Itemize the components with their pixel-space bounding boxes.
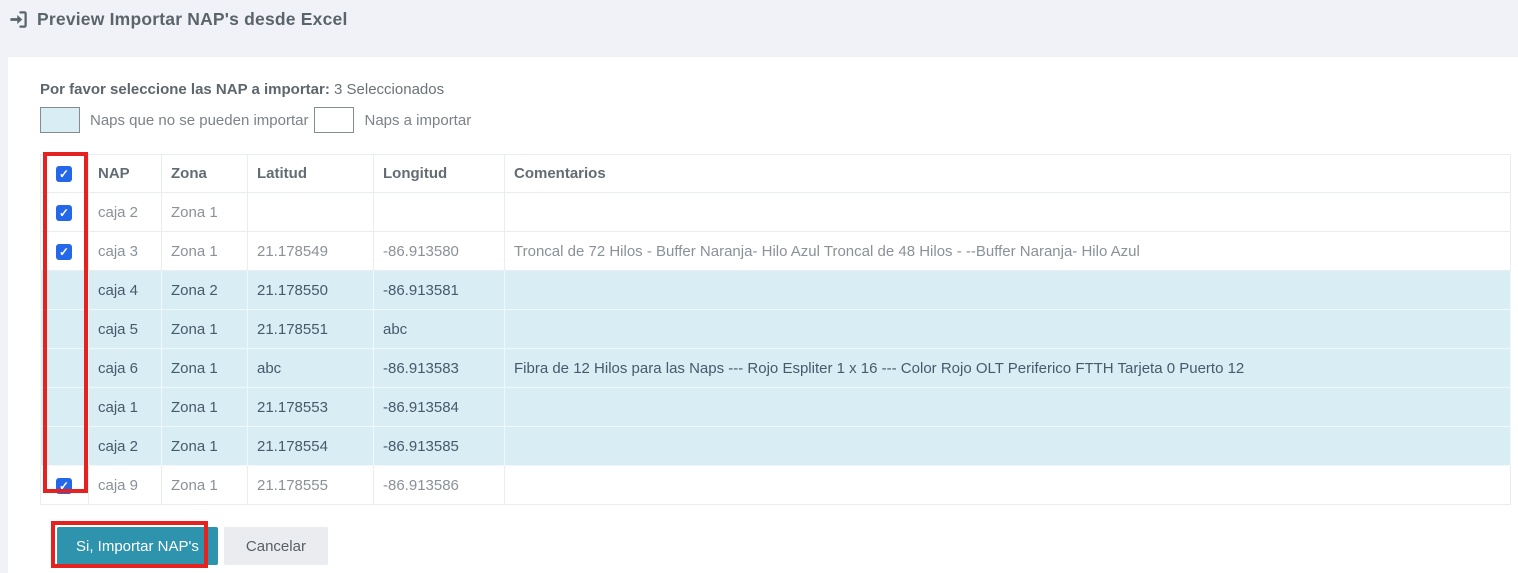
legend-swatch-importable xyxy=(314,107,354,133)
cell-nap: caja 5 xyxy=(89,310,162,349)
cell-comentarios: Fibra de 12 Hilos para las Naps --- Rojo… xyxy=(505,349,1511,388)
cell-latitud: 21.178549 xyxy=(248,232,374,271)
cell-nap: caja 1 xyxy=(89,388,162,427)
instruction-text: Por favor seleccione las NAP a importar:… xyxy=(40,81,444,98)
cell-zona: Zona 1 xyxy=(162,466,248,505)
legend-label-importable: Naps a importar xyxy=(364,112,471,129)
nap-preview-table: NAP Zona Latitud Longitud Comentarios ca… xyxy=(40,154,1511,505)
cell-comentarios xyxy=(505,271,1511,310)
sign-in-icon xyxy=(9,10,28,29)
cell-nap: caja 2 xyxy=(89,427,162,466)
column-header-latitud: Latitud xyxy=(248,155,374,193)
selected-count: 3 Seleccionados xyxy=(334,81,444,98)
cell-nap: caja 9 xyxy=(89,466,162,505)
instruction-label: Por favor seleccione las NAP a importar: xyxy=(40,81,330,98)
cell-nap: caja 6 xyxy=(89,349,162,388)
content-panel: Por favor seleccione las NAP a importar:… xyxy=(8,57,1518,573)
cell-comentarios xyxy=(505,466,1511,505)
cancel-button[interactable]: Cancelar xyxy=(224,527,328,565)
select-all-checkbox[interactable] xyxy=(56,166,72,182)
table-row: caja 2 Zona 1 21.178554 -86.913585 xyxy=(41,427,1511,466)
table-row: caja 3 Zona 1 21.178549 -86.913580 Tronc… xyxy=(41,232,1511,271)
cell-zona: Zona 1 xyxy=(162,388,248,427)
row-checkbox[interactable] xyxy=(56,205,72,221)
cell-longitud xyxy=(374,193,505,232)
cell-zona: Zona 1 xyxy=(162,193,248,232)
cell-nap: caja 4 xyxy=(89,271,162,310)
table-row: caja 2 Zona 1 xyxy=(41,193,1511,232)
cell-longitud: abc xyxy=(374,310,505,349)
cell-comentarios xyxy=(505,310,1511,349)
cell-latitud: 21.178550 xyxy=(248,271,374,310)
column-header-zona: Zona xyxy=(162,155,248,193)
nap-table-body: caja 2 Zona 1 caja 3 Zona 1 21.178549 -8… xyxy=(41,193,1511,505)
column-header-longitud: Longitud xyxy=(374,155,505,193)
cell-longitud: -86.913584 xyxy=(374,388,505,427)
cell-latitud: 21.178555 xyxy=(248,466,374,505)
cell-comentarios xyxy=(505,193,1511,232)
cell-latitud: abc xyxy=(248,349,374,388)
cell-comentarios xyxy=(505,427,1511,466)
cell-nap: caja 2 xyxy=(89,193,162,232)
cell-latitud: 21.178554 xyxy=(248,427,374,466)
page-header: Preview Importar NAP's desde Excel xyxy=(9,9,348,30)
cell-zona: Zona 1 xyxy=(162,232,248,271)
cell-comentarios xyxy=(505,388,1511,427)
row-checkbox[interactable] xyxy=(56,478,72,494)
table-row: caja 5 Zona 1 21.178551 abc xyxy=(41,310,1511,349)
cell-zona: Zona 1 xyxy=(162,349,248,388)
confirm-import-button[interactable]: Si, Importar NAP's xyxy=(57,527,218,565)
cell-latitud: 21.178551 xyxy=(248,310,374,349)
table-row: caja 6 Zona 1 abc -86.913583 Fibra de 12… xyxy=(41,349,1511,388)
table-row: caja 9 Zona 1 21.178555 -86.913586 xyxy=(41,466,1511,505)
cell-nap: caja 3 xyxy=(89,232,162,271)
actions-bar: Si, Importar NAP's Cancelar xyxy=(57,527,328,565)
cell-comentarios: Troncal de 72 Hilos - Buffer Naranja- Hi… xyxy=(505,232,1511,271)
cell-latitud xyxy=(248,193,374,232)
cell-zona: Zona 1 xyxy=(162,427,248,466)
cell-latitud: 21.178553 xyxy=(248,388,374,427)
page-title: Preview Importar NAP's desde Excel xyxy=(37,9,348,30)
table-header-row: NAP Zona Latitud Longitud Comentarios xyxy=(41,155,1511,193)
cell-longitud: -86.913580 xyxy=(374,232,505,271)
legend-label-blocked: Naps que no se pueden importar xyxy=(90,112,308,129)
cell-zona: Zona 2 xyxy=(162,271,248,310)
column-header-nap: NAP xyxy=(89,155,162,193)
page: Preview Importar NAP's desde Excel Por f… xyxy=(0,0,1518,573)
cell-zona: Zona 1 xyxy=(162,310,248,349)
cell-longitud: -86.913586 xyxy=(374,466,505,505)
cell-longitud: -86.913585 xyxy=(374,427,505,466)
row-checkbox[interactable] xyxy=(56,244,72,260)
table-row: caja 4 Zona 2 21.178550 -86.913581 xyxy=(41,271,1511,310)
column-header-comentarios: Comentarios xyxy=(505,155,1511,193)
legend-swatch-blocked xyxy=(40,107,80,133)
cell-longitud: -86.913583 xyxy=(374,349,505,388)
table-row: caja 1 Zona 1 21.178553 -86.913584 xyxy=(41,388,1511,427)
cell-longitud: -86.913581 xyxy=(374,271,505,310)
legend: Naps que no se pueden importar Naps a im… xyxy=(40,107,479,133)
